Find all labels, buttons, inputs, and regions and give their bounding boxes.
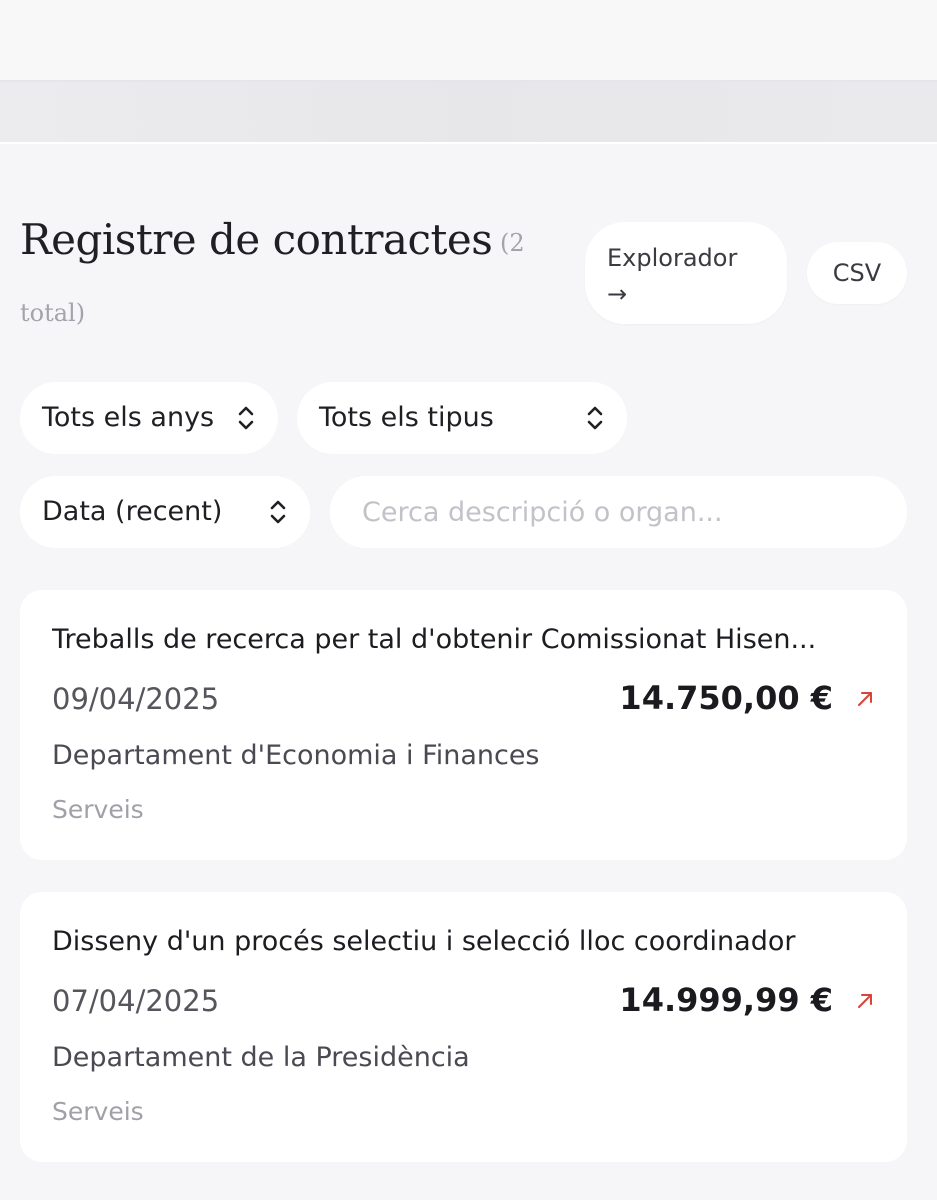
contract-type: Serveis bbox=[52, 1097, 144, 1126]
page-title: Registre de contractes bbox=[20, 215, 493, 264]
contract-type: Serveis bbox=[52, 795, 144, 824]
contract-department: Departament de la Presidència bbox=[52, 1042, 470, 1073]
chevron-up-down-icon bbox=[238, 406, 254, 430]
chevron-up-down-icon bbox=[270, 500, 286, 524]
search-input[interactable] bbox=[330, 476, 907, 548]
contract-title: Disseny d'un procés selectiu i selecció … bbox=[52, 926, 796, 957]
sort-select[interactable]: Data (recent) bbox=[20, 476, 310, 548]
chevron-up-down-icon bbox=[587, 406, 603, 430]
contract-amount: 14.750,00 € bbox=[619, 679, 833, 717]
csv-export-button[interactable]: CSV bbox=[807, 242, 907, 304]
type-filter-value: Tots els tipus bbox=[319, 402, 494, 433]
year-filter-value: Tots els anys bbox=[42, 402, 215, 433]
type-filter-select[interactable]: Tots els tipus bbox=[297, 382, 627, 454]
contracts-section: Registre de contractes (2 total) Explora… bbox=[0, 144, 937, 1200]
year-filter-select[interactable]: Tots els anys bbox=[20, 382, 278, 454]
search-field[interactable] bbox=[330, 476, 907, 548]
top-bar bbox=[0, 0, 937, 80]
contract-card[interactable]: Disseny d'un procés selectiu i selecció … bbox=[20, 892, 907, 1162]
explorer-button[interactable]: Explorador → bbox=[585, 222, 787, 324]
total-count: (2 bbox=[500, 229, 525, 257]
arrow-up-right-icon[interactable] bbox=[856, 690, 874, 708]
explorer-button-label: Explorador → bbox=[607, 244, 738, 308]
arrow-up-right-icon[interactable] bbox=[856, 992, 874, 1010]
contract-date: 09/04/2025 bbox=[52, 682, 220, 716]
contract-amount: 14.999,99 € bbox=[619, 981, 833, 1019]
contract-department: Departament d'Economia i Finances bbox=[52, 740, 540, 771]
contract-card[interactable]: Treballs de recerca per tal d'obtenir Co… bbox=[20, 590, 907, 860]
total-count-suffix: total) bbox=[20, 299, 86, 327]
csv-button-label: CSV bbox=[832, 259, 882, 287]
contract-date: 07/04/2025 bbox=[52, 984, 220, 1018]
sort-value: Data (recent) bbox=[42, 496, 223, 527]
contract-title: Treballs de recerca per tal d'obtenir Co… bbox=[52, 624, 817, 655]
banner-strip bbox=[0, 82, 937, 142]
